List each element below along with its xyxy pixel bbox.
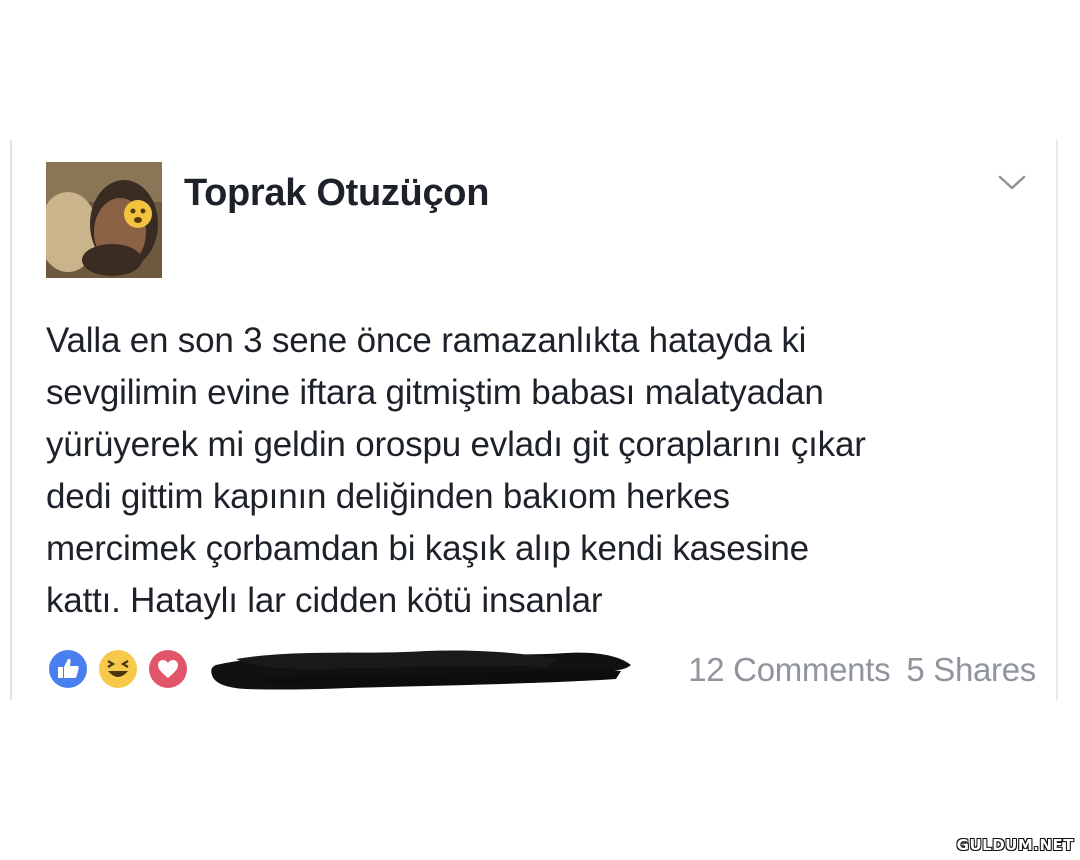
author-name[interactable]: Toprak Otuzüçon [184, 172, 489, 215]
engagement-counts: 12 Comments 5 Shares [688, 651, 1036, 689]
comments-count[interactable]: 12 Comments [688, 651, 890, 688]
shares-count[interactable]: 5 Shares [906, 651, 1036, 688]
post-text: Valla en son 3 sene önce ramazanlıkta ha… [46, 321, 866, 620]
chevron-down-icon[interactable] [992, 168, 1032, 198]
haha-icon [96, 647, 140, 691]
reactions-summary[interactable] [46, 647, 206, 691]
facebook-post-card: Toprak Otuzüçon Valla en son 3 sene önce… [10, 140, 1058, 700]
author-avatar[interactable] [46, 162, 162, 278]
redacted-reaction-names [206, 645, 636, 695]
watermark-logo: GULDUM.NET [956, 836, 1074, 854]
post-footer: 12 Comments 5 Shares [46, 645, 1036, 693]
like-icon [46, 647, 90, 691]
love-icon [146, 647, 190, 691]
